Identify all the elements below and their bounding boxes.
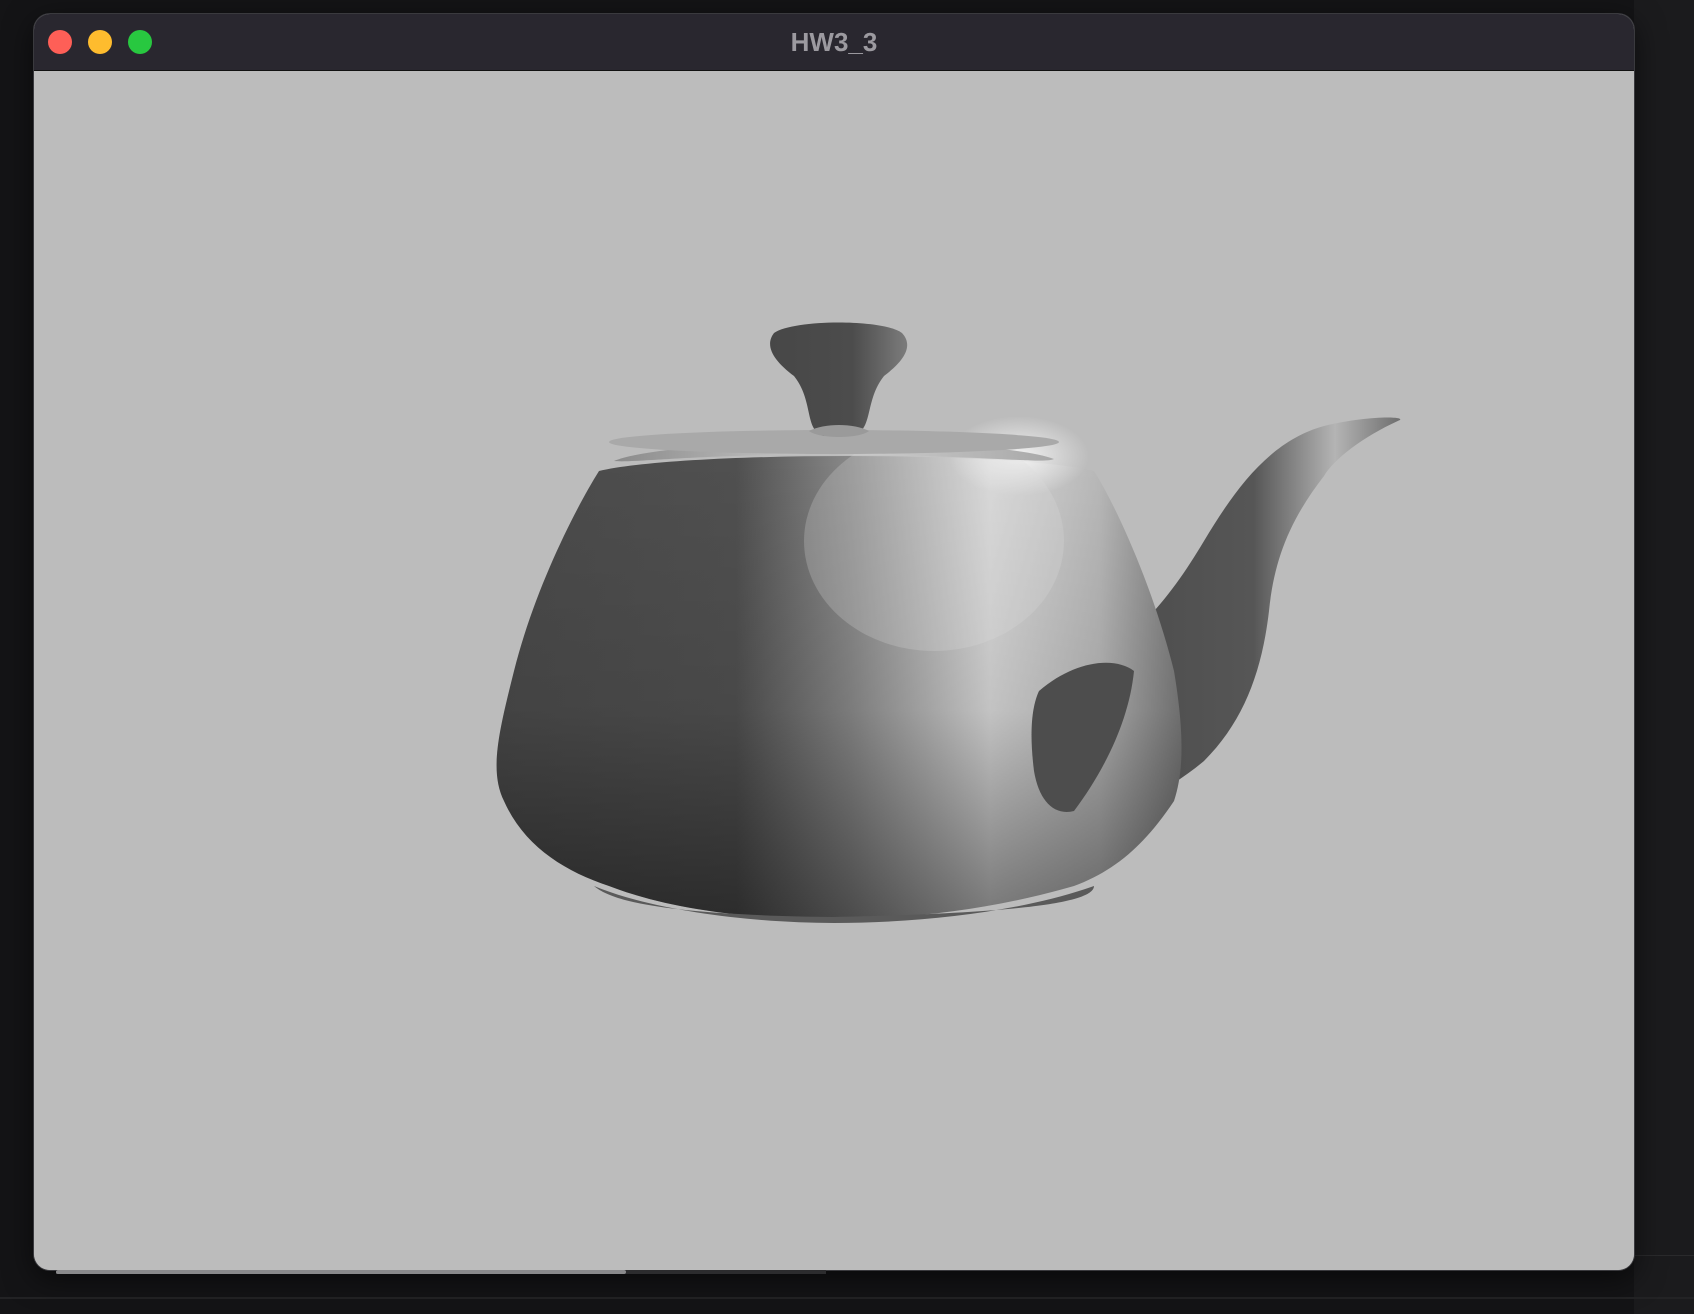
teapot-render	[496, 322, 1401, 923]
background-window	[1634, 0, 1694, 1314]
horizontal-scrollbar-thumb[interactable]	[56, 1270, 626, 1274]
render-viewport[interactable]	[34, 71, 1634, 1270]
teapot-sheen	[804, 431, 1064, 651]
teapot-lid-knob	[770, 322, 908, 436]
desktop-divider	[0, 1297, 1694, 1299]
title-bar[interactable]: HW3_3	[34, 14, 1634, 71]
app-window: HW3_3	[34, 14, 1634, 1270]
window-title: HW3_3	[790, 27, 878, 57]
desktop: HW3_3	[0, 0, 1694, 1314]
